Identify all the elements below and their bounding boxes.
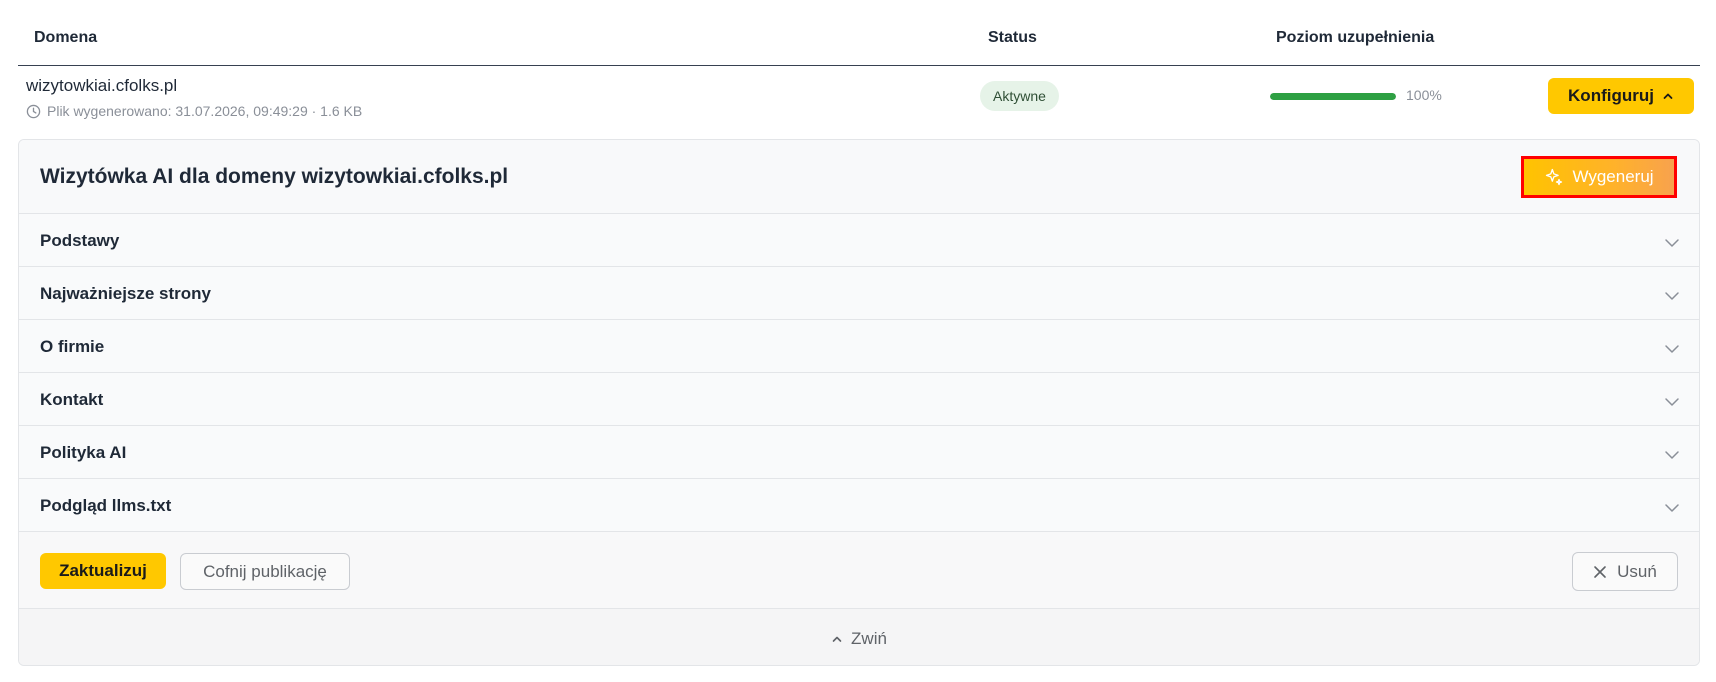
table-row: wizytowkiai.cfolks.pl Plik wygenerowano:… xyxy=(18,66,1700,138)
delete-button[interactable]: Usuń xyxy=(1572,552,1678,591)
section-label: O firmie xyxy=(40,337,105,356)
completion-progress-fill xyxy=(1270,93,1396,100)
chevron-down-icon xyxy=(1665,345,1679,353)
generate-button[interactable]: Wygeneruj xyxy=(1521,156,1677,198)
domains-table: Domena Status Poziom uzupełnienia wizyto… xyxy=(18,0,1700,138)
panel-title: Wizytówka AI dla domeny wizytowkiai.cfol… xyxy=(40,165,509,188)
table-header: Domena Status Poziom uzupełnienia xyxy=(18,0,1700,66)
section-label: Najważniejsze strony xyxy=(40,284,212,303)
clock-icon xyxy=(26,104,41,118)
section-about-company[interactable]: O firmie xyxy=(19,320,1699,373)
configure-button-label: Konfiguruj xyxy=(1568,86,1654,105)
ai-card-panel: Wizytówka AI dla domeny wizytowkiai.cfol… xyxy=(18,139,1700,666)
chevron-down-icon xyxy=(1665,239,1679,247)
close-icon xyxy=(1594,565,1606,578)
chevron-down-icon xyxy=(1665,504,1679,512)
completion-percent: 100% xyxy=(1406,87,1442,103)
chevron-up-icon xyxy=(832,636,842,642)
column-header-domain: Domena xyxy=(34,29,98,46)
section-key-pages[interactable]: Najważniejsze strony xyxy=(19,267,1699,320)
domain-name: wizytowkiai.cfolks.pl xyxy=(26,76,178,95)
file-meta-text: Plik wygenerowano: 31.07.2026, 09:49:29 … xyxy=(47,103,363,119)
section-llms-preview[interactable]: Podgląd llms.txt xyxy=(19,479,1699,532)
section-label: Podstawy xyxy=(40,231,120,250)
column-header-level: Poziom uzupełnienia xyxy=(1276,29,1435,46)
chevron-down-icon xyxy=(1665,292,1679,300)
section-ai-policy[interactable]: Polityka AI xyxy=(19,426,1699,479)
collapse-button[interactable]: Zwiń xyxy=(19,609,1699,665)
sparkle-icon xyxy=(1546,168,1563,186)
delete-button-label: Usuń xyxy=(1617,561,1657,581)
completion-progress-bar xyxy=(1270,93,1396,100)
chevron-down-icon xyxy=(1665,398,1679,406)
column-header-status: Status xyxy=(988,29,1037,46)
configure-button[interactable]: Konfiguruj xyxy=(1548,78,1694,114)
panel-header: Wizytówka AI dla domeny wizytowkiai.cfol… xyxy=(19,140,1699,214)
section-basics[interactable]: Podstawy xyxy=(19,214,1699,267)
generate-button-label: Wygeneruj xyxy=(1572,167,1654,186)
status-badge: Aktywne xyxy=(980,81,1059,111)
section-label: Podgląd llms.txt xyxy=(40,496,172,515)
panel-actions: Zaktualizuj Cofnij publikację Usuń xyxy=(19,532,1699,609)
update-button[interactable]: Zaktualizuj xyxy=(40,553,166,589)
chevron-down-icon xyxy=(1665,451,1679,459)
collapse-label: Zwiń xyxy=(851,629,887,648)
section-contact[interactable]: Kontakt xyxy=(19,373,1699,426)
section-label: Kontakt xyxy=(40,390,104,409)
section-label: Polityka AI xyxy=(40,443,127,462)
file-meta: Plik wygenerowano: 31.07.2026, 09:49:29 … xyxy=(26,103,362,119)
unpublish-button[interactable]: Cofnij publikację xyxy=(180,553,350,590)
chevron-up-icon xyxy=(1663,93,1673,99)
